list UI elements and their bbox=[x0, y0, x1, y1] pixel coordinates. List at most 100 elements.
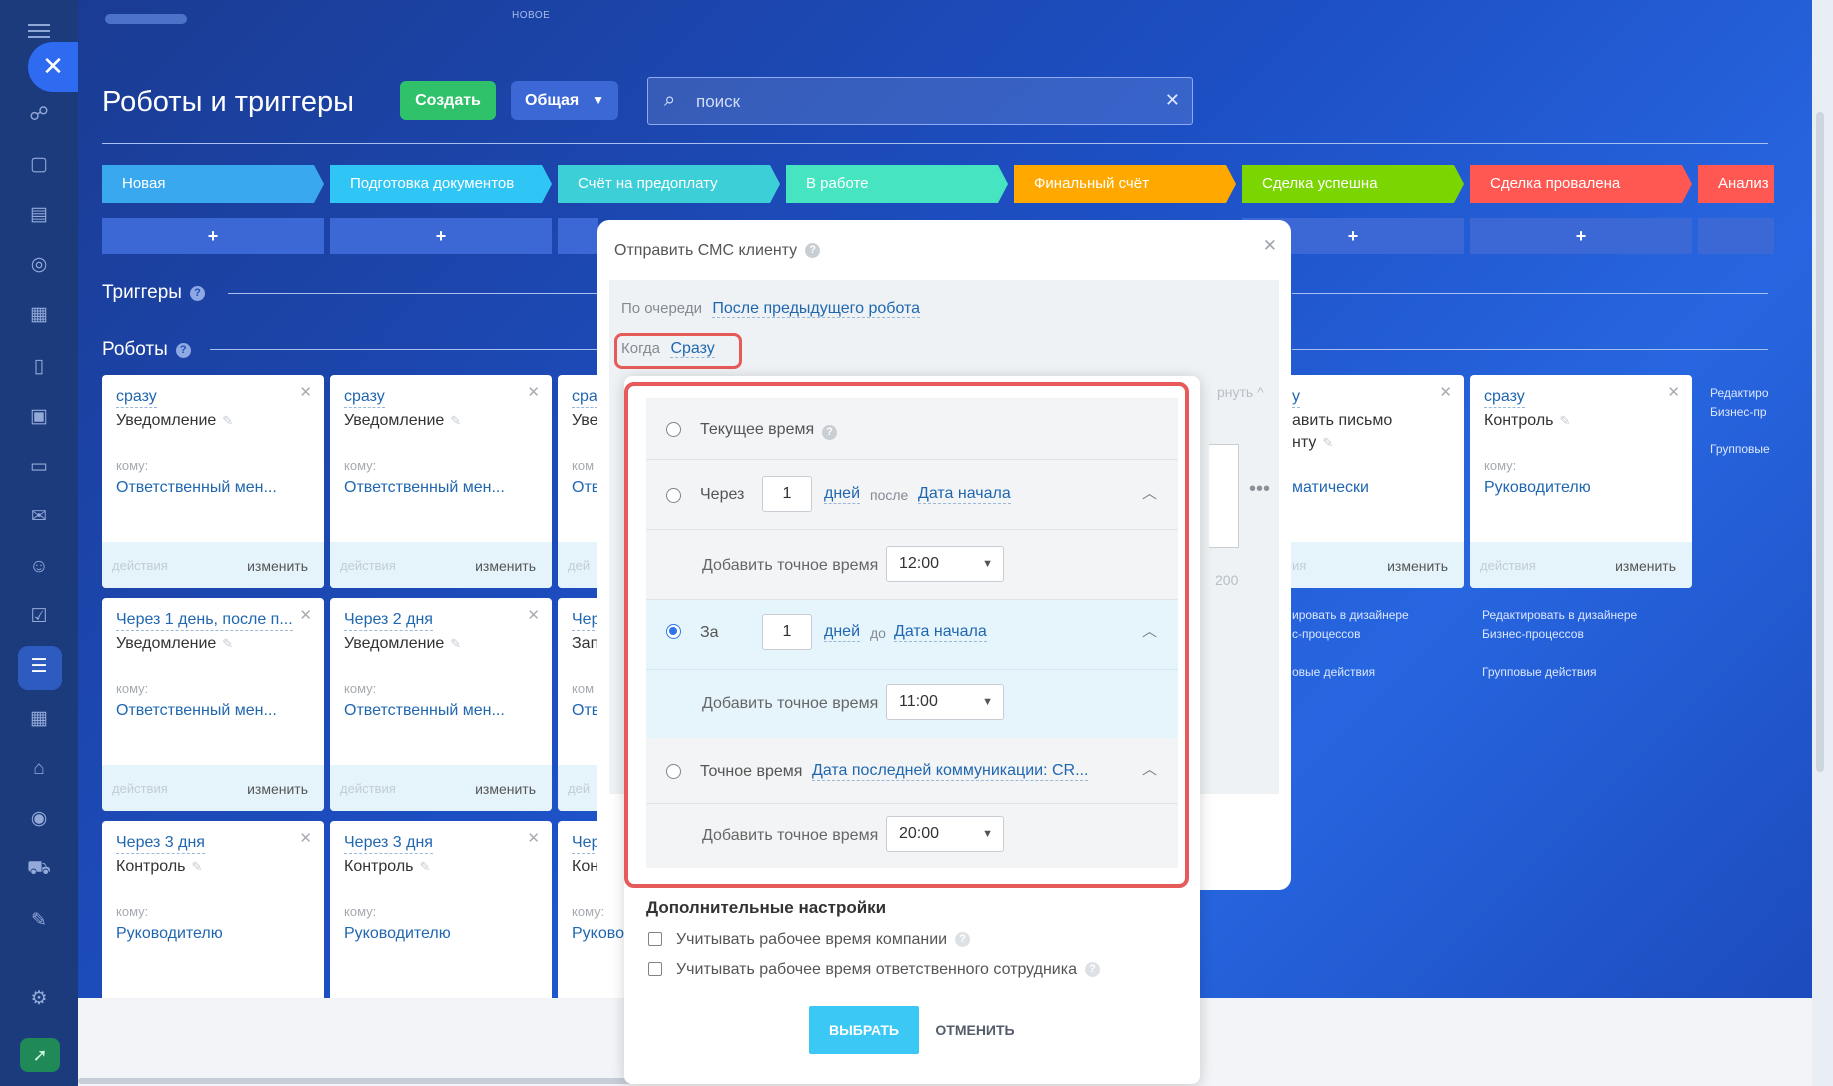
store-icon[interactable]: ⌂ bbox=[27, 757, 51, 781]
edit-link[interactable]: изменить bbox=[475, 558, 536, 574]
add-trigger-button[interactable] bbox=[558, 218, 598, 254]
select-button[interactable]: ВЫБРАТЬ bbox=[809, 1006, 919, 1054]
recipient-link[interactable]: Руководителю bbox=[1484, 479, 1591, 497]
stage-7[interactable]: Сделка провалена bbox=[1470, 165, 1692, 203]
recipient-link[interactable]: Ответственный мен... bbox=[116, 479, 277, 497]
card-icon[interactable]: ▭ bbox=[27, 455, 51, 479]
edit-link[interactable]: изменить bbox=[247, 558, 308, 574]
search-box[interactable]: ⌕ ✕ bbox=[647, 77, 1193, 125]
document-icon[interactable]: ▤ bbox=[27, 203, 51, 227]
pencil-icon[interactable]: ✎ bbox=[222, 636, 233, 651]
pencil-icon[interactable]: ✎ bbox=[1560, 413, 1571, 428]
search-input[interactable] bbox=[696, 90, 1136, 114]
stage-3[interactable]: Счёт на предоплату bbox=[558, 165, 780, 203]
target-icon[interactable]: ◎ bbox=[27, 253, 51, 277]
robot-when-link[interactable]: Через 3 дня bbox=[344, 833, 433, 854]
help-icon[interactable]: ? bbox=[955, 932, 971, 947]
actions-link[interactable]: действия bbox=[112, 558, 168, 573]
group-actions-link[interactable]: Групповые bbox=[1710, 440, 1770, 459]
create-button[interactable]: Создать bbox=[400, 81, 496, 120]
help-icon[interactable]: ? bbox=[175, 343, 191, 358]
edit-link[interactable]: изменить bbox=[247, 781, 308, 797]
add-trigger-button[interactable]: + bbox=[102, 218, 324, 254]
robot-when-link[interactable]: Через 3 дня bbox=[116, 833, 205, 854]
pencil-icon[interactable]: ✎ bbox=[420, 859, 431, 874]
robot-when-link[interactable]: Через 2 дня bbox=[344, 610, 433, 631]
close-icon[interactable]: ✕ bbox=[1263, 236, 1277, 256]
help-icon[interactable]: ? bbox=[805, 243, 821, 258]
recipient-link[interactable]: Ответственный мен... bbox=[116, 702, 277, 720]
add-trigger-button[interactable] bbox=[1698, 218, 1774, 254]
pencil-icon[interactable]: ✎ bbox=[450, 413, 461, 428]
pencil-icon[interactable]: ✎ bbox=[192, 859, 203, 874]
funnel-icon[interactable]: ☰ bbox=[27, 655, 51, 679]
more-icon[interactable]: ••• bbox=[1249, 478, 1270, 501]
stage-1[interactable]: Новая bbox=[102, 165, 324, 203]
stage-8[interactable]: Анализ bbox=[1698, 165, 1774, 203]
close-icon[interactable]: ✕ bbox=[1667, 383, 1680, 401]
pencil-icon[interactable]: ✎ bbox=[222, 413, 233, 428]
mail-icon[interactable]: ✉ bbox=[27, 505, 51, 529]
recipient-link[interactable]: Руководителю bbox=[116, 925, 223, 943]
help-icon[interactable]: ? bbox=[189, 286, 205, 301]
robot-card[interactable]: Через 2 дня ✕ Уведомление ✎ кому: Ответст… bbox=[330, 598, 552, 811]
robot-when-link[interactable]: сразу bbox=[116, 387, 157, 408]
robot-card[interactable]: сразу ✕ Контроль ✎ кому: Руководителю дей… bbox=[1470, 375, 1692, 588]
feed-icon[interactable]: ☍ bbox=[27, 103, 51, 127]
robot-when-link[interactable]: сразу bbox=[1484, 387, 1525, 408]
stage-6[interactable]: Сделка успешна bbox=[1242, 165, 1464, 203]
edit-link[interactable]: изменить bbox=[1615, 558, 1676, 574]
robot-when-link[interactable]: Через 1 день, после п... bbox=[116, 610, 293, 631]
actions-link[interactable]: дей bbox=[568, 781, 590, 796]
close-icon[interactable]: ✕ bbox=[527, 383, 540, 401]
edit-link[interactable]: изменить bbox=[1387, 558, 1448, 574]
group-actions-link[interactable]: овые действия bbox=[1292, 663, 1375, 682]
cart-icon[interactable]: ⛟ bbox=[27, 857, 51, 881]
robot-card[interactable]: сразу ✕ Уведомление ✎ кому: Ответственный… bbox=[330, 375, 552, 588]
board-icon[interactable]: ▣ bbox=[27, 405, 51, 429]
chat-icon[interactable]: ▢ bbox=[27, 153, 51, 177]
edit-link[interactable]: изменить bbox=[475, 781, 536, 797]
robot-card[interactable]: сразу ✕ Уведомление ✎ кому: Ответственный… bbox=[102, 375, 324, 588]
settings-icon[interactable]: ⚙ bbox=[27, 987, 51, 1011]
group-actions-link[interactable]: Групповые действия bbox=[1482, 663, 1597, 682]
menu-icon[interactable] bbox=[28, 24, 50, 38]
pencil-icon[interactable]: ✎ bbox=[1322, 435, 1333, 450]
stage-2[interactable]: Подготовка документов bbox=[330, 165, 552, 203]
add-trigger-button[interactable]: + bbox=[1470, 218, 1692, 254]
calendar-icon[interactable]: ▦ bbox=[27, 303, 51, 327]
actions-link[interactable]: действия bbox=[340, 558, 396, 573]
robot-card[interactable]: Через 3 дня ✕ Контроль ✎ кому: Руководите… bbox=[330, 821, 552, 1001]
edit-in-designer-link[interactable]: Редактировать в дизайнере Бизнес-процессо… bbox=[1482, 606, 1637, 644]
clear-search-icon[interactable]: ✕ bbox=[1165, 90, 1180, 111]
rocket-icon[interactable]: ➚ bbox=[20, 1038, 60, 1072]
recipient-link[interactable]: Руково bbox=[572, 925, 624, 943]
actions-link[interactable]: действия bbox=[112, 781, 168, 796]
close-icon[interactable]: ✕ bbox=[299, 606, 312, 624]
recipient-link[interactable]: Руководителю bbox=[344, 925, 451, 943]
actions-link[interactable]: ия bbox=[1292, 558, 1306, 573]
close-icon[interactable]: ✕ bbox=[527, 606, 540, 624]
textarea-edge[interactable] bbox=[1209, 444, 1239, 548]
stage-4[interactable]: В работе bbox=[786, 165, 1008, 203]
actions-link[interactable]: действия bbox=[1480, 558, 1536, 573]
recipient-link[interactable]: Ответственный мен... bbox=[344, 479, 505, 497]
help-icon[interactable]: ? bbox=[1085, 962, 1100, 977]
planner-icon[interactable]: ▦ bbox=[27, 707, 51, 731]
order-link[interactable]: После предыдущего робота bbox=[712, 300, 921, 318]
close-icon[interactable]: ✕ bbox=[299, 829, 312, 847]
sign-icon[interactable]: ✎ bbox=[27, 909, 51, 933]
page-scrollbar[interactable] bbox=[1816, 112, 1824, 772]
close-icon[interactable]: ✕ bbox=[1439, 383, 1452, 401]
robot-when-link[interactable]: у bbox=[1292, 387, 1300, 408]
close-icon[interactable]: ✕ bbox=[28, 42, 78, 92]
cancel-button[interactable]: ОТМЕНИТЬ bbox=[935, 1006, 1015, 1054]
tasks-icon[interactable]: ☑ bbox=[27, 605, 51, 629]
file-icon[interactable]: ▯ bbox=[27, 355, 51, 379]
recipient-link[interactable]: Ответственный мен... bbox=[344, 702, 505, 720]
stage-5[interactable]: Финальный счёт bbox=[1014, 165, 1236, 203]
general-dropdown[interactable]: Общая ▼ bbox=[511, 81, 618, 120]
employee-worktime-checkbox[interactable] bbox=[648, 962, 662, 976]
edit-in-designer-link[interactable]: ировать в дизайнере с-процессов bbox=[1292, 606, 1409, 644]
robot-card[interactable]: Через 3 дня ✕ Контроль ✎ кому: Руководите… bbox=[102, 821, 324, 1001]
